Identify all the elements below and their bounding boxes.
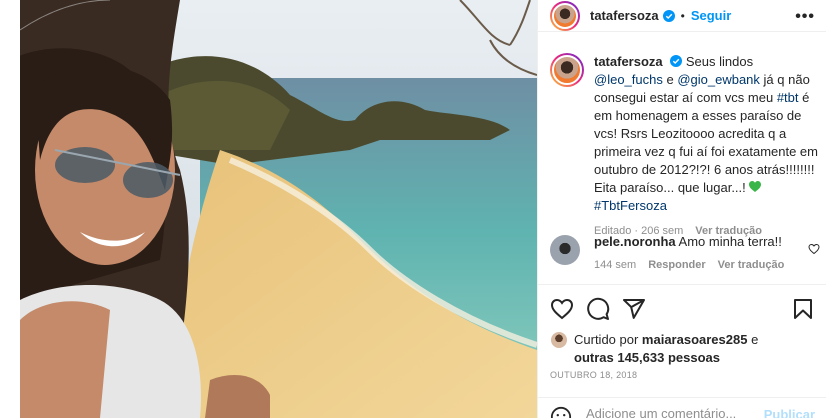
mention-leo-fuchs[interactable]: @leo_fuchs <box>594 72 663 87</box>
like-heart-icon[interactable] <box>550 297 574 321</box>
comment-time: 144 sem <box>594 259 637 271</box>
post-actions-bar <box>538 284 827 332</box>
caption-part-1: Seus lindos <box>685 54 754 69</box>
reply-button[interactable]: Responder <box>648 259 705 271</box>
hashtag-tbtfersoza[interactable]: #TbtFersoza <box>594 198 667 213</box>
mention-gio-ewbank[interactable]: @gio_ewbank <box>677 72 760 87</box>
comment-body: Amo minha terra!! <box>678 234 782 249</box>
comment-input[interactable] <box>586 406 766 418</box>
caption-avatar[interactable] <box>550 53 584 87</box>
likes-others-link[interactable]: outras 145,633 pessoas <box>574 350 720 365</box>
liker-avatar[interactable] <box>550 331 568 349</box>
comment-like-heart-icon[interactable] <box>808 243 820 255</box>
post-date: OUTUBRO 18, 2018 <box>550 370 638 380</box>
publish-button[interactable]: Publicar <box>764 407 815 418</box>
verified-badge-icon <box>662 9 675 22</box>
more-options-icon[interactable]: ••• <box>795 8 815 26</box>
likes-summary: Curtido por maiarasoares285 e outras 145… <box>550 331 820 367</box>
caption-part-4: é em homenagem a esses paraíso de vcs! R… <box>594 90 818 195</box>
author-avatar[interactable] <box>550 0 580 31</box>
beach-selfie-image <box>20 0 537 418</box>
likes-text: Curtido por maiarasoares285 e outras 145… <box>574 331 820 367</box>
comment-bubble-icon[interactable] <box>586 297 610 321</box>
caption-text: tatafersoza Seus lindos @leo_fuchs e @gi… <box>594 53 820 215</box>
caption-username[interactable]: tatafersoza <box>594 54 663 69</box>
comment-translate-button[interactable]: Ver tradução <box>718 259 785 271</box>
comments-section: tatafersoza Seus lindos @leo_fuchs e @gi… <box>538 33 827 283</box>
verified-badge-icon <box>670 55 683 67</box>
hashtag-tbt[interactable]: #tbt <box>777 90 799 105</box>
add-comment-bar: Publicar <box>538 397 827 418</box>
emoji-picker-icon[interactable] <box>550 406 572 418</box>
comment-text: pele.noronha Amo minha terra!! <box>594 233 820 251</box>
comment-item: pele.noronha Amo minha terra!! 144 sem Re… <box>550 233 820 271</box>
caption: tatafersoza Seus lindos @leo_fuchs e @gi… <box>550 53 820 237</box>
share-send-icon[interactable] <box>622 297 646 321</box>
save-bookmark-icon[interactable] <box>791 297 815 321</box>
page-background <box>0 0 20 418</box>
header-separator: • <box>680 8 685 23</box>
liker-username[interactable]: maiarasoares285 <box>642 332 748 347</box>
caption-part-2: e <box>662 72 678 87</box>
post-photo[interactable] <box>20 0 537 418</box>
post-header: tatafersoza • Seguir ••• <box>538 0 827 32</box>
commenter-username[interactable]: pele.noronha <box>594 234 676 249</box>
comment-meta: 144 sem Responder Ver tradução <box>594 259 820 271</box>
follow-button[interactable]: Seguir <box>691 8 731 23</box>
green-heart-emoji-icon <box>749 181 762 192</box>
post-side-panel: tatafersoza • Seguir ••• tatafersoza Seu… <box>537 0 827 418</box>
likes-prefix: Curtido por <box>574 332 642 347</box>
commenter-avatar[interactable] <box>550 235 580 265</box>
likes-middle: e <box>747 332 759 347</box>
author-username[interactable]: tatafersoza <box>590 8 659 23</box>
